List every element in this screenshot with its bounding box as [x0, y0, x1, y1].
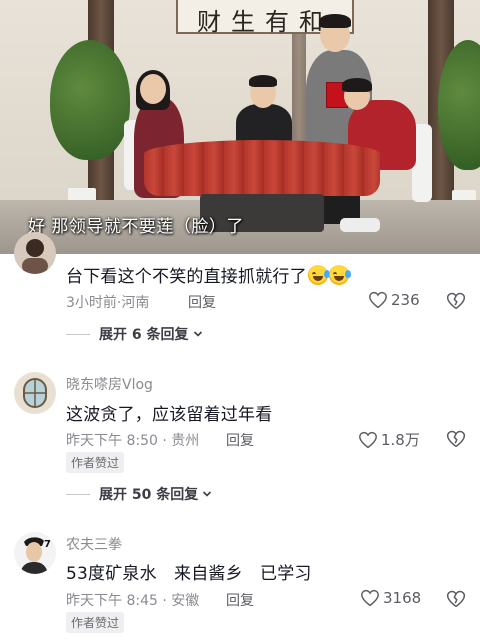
expand-replies-label: 展开 6 条回复 — [99, 327, 189, 343]
standing-actor-shoes — [340, 218, 380, 232]
broken-heart-icon[interactable] — [446, 589, 466, 609]
window-avatar-icon — [14, 372, 56, 414]
chevron-down-icon — [193, 331, 202, 337]
round-table-cloth — [144, 140, 380, 196]
comment-text: 这波贪了，应该留着过年看 — [66, 405, 273, 425]
author-liked-badge: 作者赞过 — [66, 452, 125, 473]
like-count: 1.8万 — [381, 431, 420, 449]
reply-button[interactable]: 回复 — [226, 590, 254, 610]
expand-replies-button[interactable]: 展开 6 条回复 — [66, 324, 203, 344]
comment-username[interactable]: 农夫三拳 — [66, 534, 122, 554]
expand-replies-label: 展开 50 条回复 — [99, 487, 199, 503]
heart-icon — [359, 431, 377, 448]
comment-meta: 昨天下午 8:50 · 贵州 — [66, 433, 200, 449]
comment-meta: 3小时前·河南 — [66, 295, 150, 311]
avatar[interactable]: 7 — [14, 532, 56, 574]
like-button[interactable]: 3168 — [360, 589, 421, 607]
divider — [66, 493, 90, 495]
seated-actor-hair — [249, 75, 277, 87]
video-player[interactable]: 财生有和 好 那领导就不要莲（脸）了 — [0, 0, 480, 254]
bowing-actor-hair — [342, 78, 372, 92]
heart-icon — [361, 589, 379, 607]
expand-replies-button[interactable]: 展开 50 条回复 — [66, 484, 212, 504]
video-subtitle: 好 那领导就不要莲（脸）了 — [28, 217, 244, 237]
avatar-photo-icon — [14, 232, 56, 274]
comment-text: 台下看这个不笑的直接抓就行了 — [66, 262, 351, 287]
like-button[interactable]: 236 — [368, 291, 420, 309]
divider — [66, 333, 90, 335]
like-button[interactable]: 1.8万 — [358, 429, 420, 450]
like-count: 3168 — [383, 589, 422, 607]
comment-text: 53度矿泉水 来自酱乡 已学习 — [66, 564, 312, 584]
avatar[interactable] — [14, 372, 56, 414]
like-count: 236 — [391, 291, 420, 309]
avatar-number: 7 — [44, 539, 51, 550]
laugh-cry-emoji-icon — [328, 265, 351, 285]
person-avatar-icon: 7 — [14, 532, 56, 574]
broken-heart-icon[interactable] — [446, 291, 466, 311]
laugh-cry-emoji-icon — [307, 265, 330, 285]
broken-heart-icon[interactable] — [446, 429, 466, 449]
heart-icon — [369, 291, 387, 309]
potted-plant — [50, 40, 130, 160]
comment-meta: 昨天下午 8:45 · 安徽 — [66, 593, 200, 609]
comment-list[interactable]: 台下看这个不笑的直接抓就行了 3小时前·河南 回复 236 展开 6 条回复 晓… — [0, 232, 480, 640]
author-liked-badge: 作者赞过 — [66, 612, 125, 633]
reply-button[interactable]: 回复 — [226, 430, 254, 450]
app-root: 财生有和 好 那领导就不要莲（脸）了 台下看这个不笑的直接抓就行了 3小时前·河… — [0, 0, 480, 640]
reply-button[interactable]: 回复 — [188, 292, 216, 312]
standing-actor-hair — [319, 14, 351, 28]
chevron-down-icon — [203, 491, 212, 497]
comment-body: 台下看这个不笑的直接抓就行了 — [66, 267, 307, 287]
actress-head — [140, 74, 166, 104]
comment-username[interactable]: 晓东嗏房Vlog — [66, 374, 153, 394]
avatar[interactable] — [14, 232, 56, 274]
